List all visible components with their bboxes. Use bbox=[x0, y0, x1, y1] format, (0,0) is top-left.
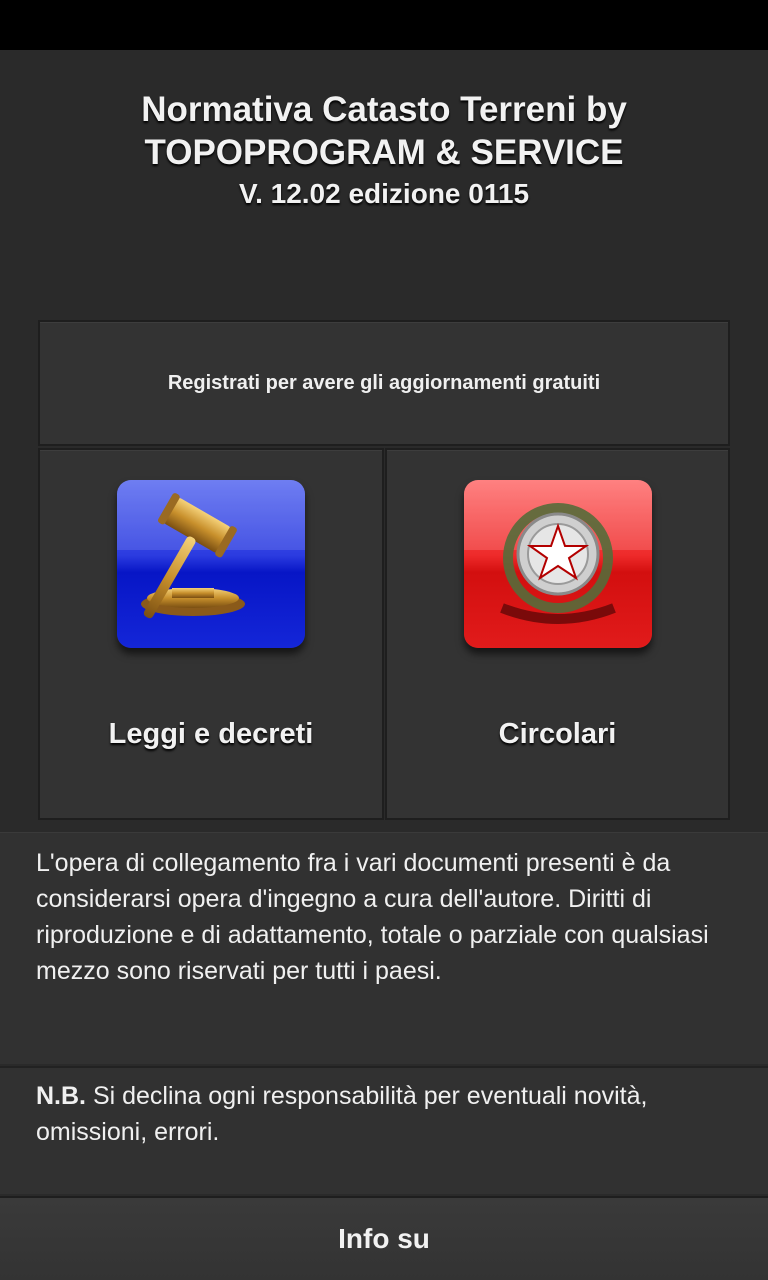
app-title: Normativa Catasto Terreni by TOPOPROGRAM… bbox=[0, 88, 768, 174]
circolari-label: Circolari bbox=[498, 718, 617, 750]
header: Normativa Catasto Terreni by TOPOPROGRAM… bbox=[0, 88, 768, 210]
disclaimer-text: Si declina ogni responsabilità per event… bbox=[36, 1082, 648, 1146]
leggi-decreti-button[interactable]: Leggi e decreti bbox=[38, 448, 384, 820]
disclaimer-prefix: N.B. bbox=[36, 1082, 86, 1110]
status-bar bbox=[0, 0, 768, 50]
copyright-notice: L'opera di collegamento fra i vari docum… bbox=[0, 832, 768, 1064]
disclaimer: N.B. Si declina ogni responsabilità per … bbox=[0, 1066, 768, 1194]
app-title-line2: TOPOPROGRAM & SERVICE bbox=[144, 133, 624, 172]
app-title-line1: Normativa Catasto Terreni by bbox=[141, 90, 627, 129]
version-label: V. 12.02 edizione 0115 bbox=[238, 178, 530, 209]
italian-emblem-icon bbox=[463, 480, 652, 648]
circolari-button[interactable]: Circolari bbox=[385, 448, 730, 820]
leggi-decreti-label: Leggi e decreti bbox=[108, 718, 314, 750]
gavel-icon bbox=[117, 480, 305, 648]
info-button[interactable]: Info su bbox=[0, 1196, 768, 1280]
register-button[interactable]: Registrati per avere gli aggiornamenti g… bbox=[38, 320, 730, 446]
